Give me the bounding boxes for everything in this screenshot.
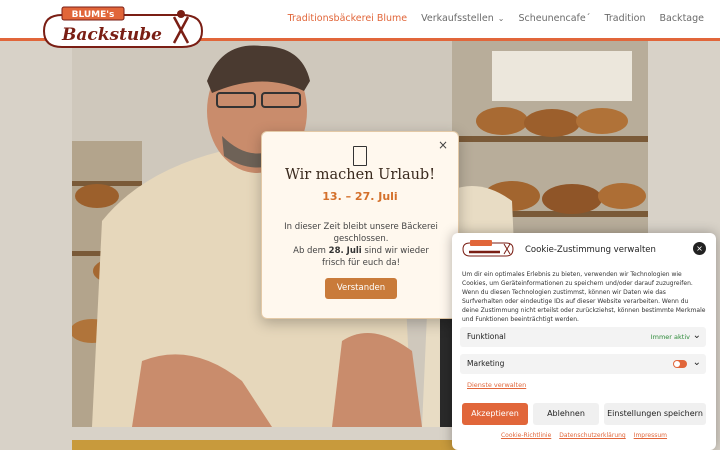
vacation-modal: × Wir machen Urlaub! 13. – 27. Juli In d… xyxy=(261,131,459,319)
cookie-category-functional[interactable]: Funktional Immer aktiv ⌄ xyxy=(460,327,706,347)
modal-text-reopen-date: 28. Juli xyxy=(328,246,362,256)
modal-dates: 13. – 27. Juli xyxy=(322,190,398,203)
nav-item-verkaufsstellen[interactable]: Verkaufsstellen ⌄ xyxy=(421,13,504,24)
cookie-consent-panel: Cookie-Zustimmung verwalten × Um dir ein… xyxy=(452,233,716,450)
cookie-footer-links: Cookie-Richtlinie Datenschutzerklärung I… xyxy=(452,432,716,439)
cookie-panel-text: Um dir ein optimales Erlebnis zu bieten,… xyxy=(462,271,706,323)
understood-button[interactable]: Verstanden xyxy=(325,278,397,299)
modal-text: In dieser Zeit bleibt unsere Bäckerei ge… xyxy=(282,221,440,269)
category-label: Marketing xyxy=(467,359,505,368)
manage-services-link[interactable]: Dienste verwalten xyxy=(467,381,526,389)
modal-title: Wir machen Urlaub! xyxy=(284,167,436,183)
chevron-down-icon: ⌄ xyxy=(497,14,505,23)
close-icon[interactable]: × xyxy=(438,138,448,152)
logo-top-text: BLUME's xyxy=(72,10,115,20)
main-nav: Traditionsbäckerei Blume Verkaufsstellen… xyxy=(288,13,704,24)
nav-item-scheunencafe[interactable]: Scheunencafe´ xyxy=(518,13,590,24)
nav-item-tradition[interactable]: Tradition xyxy=(604,13,645,24)
chevron-down-icon: ⌄ xyxy=(692,357,701,368)
nav-item-traditionsbaeckerei[interactable]: Traditionsbäckerei Blume xyxy=(288,13,408,24)
deny-button[interactable]: Ablehnen xyxy=(533,403,599,425)
save-preferences-button[interactable]: Einstellungen speichern xyxy=(604,403,706,425)
modal-text-line2-prefix: Ab dem xyxy=(293,246,329,256)
marketing-toggle[interactable] xyxy=(673,360,687,368)
nav-item-backtage[interactable]: Backtage xyxy=(660,13,705,24)
site-logo[interactable]: BLUME's Backstube xyxy=(42,5,204,50)
bread-icon xyxy=(353,146,367,166)
close-icon[interactable]: × xyxy=(693,242,706,255)
cookie-panel-logo xyxy=(462,240,514,257)
category-status: Immer aktiv xyxy=(650,333,690,341)
accept-button[interactable]: Akzeptieren xyxy=(462,403,528,425)
chevron-down-icon: ⌄ xyxy=(692,330,701,341)
cookie-policy-link[interactable]: Cookie-Richtlinie xyxy=(501,432,551,439)
modal-text-line1: In dieser Zeit bleibt unsere Bäckerei ge… xyxy=(284,222,438,244)
category-label: Funktional xyxy=(467,332,506,341)
logo-main-text: Backstube xyxy=(61,25,162,45)
cookie-category-marketing[interactable]: Marketing ⌄ xyxy=(460,354,706,374)
cookie-panel-title: Cookie-Zustimmung verwalten xyxy=(525,245,656,255)
privacy-policy-link[interactable]: Datenschutzerklärung xyxy=(559,432,626,439)
imprint-link[interactable]: Impressum xyxy=(634,432,667,439)
